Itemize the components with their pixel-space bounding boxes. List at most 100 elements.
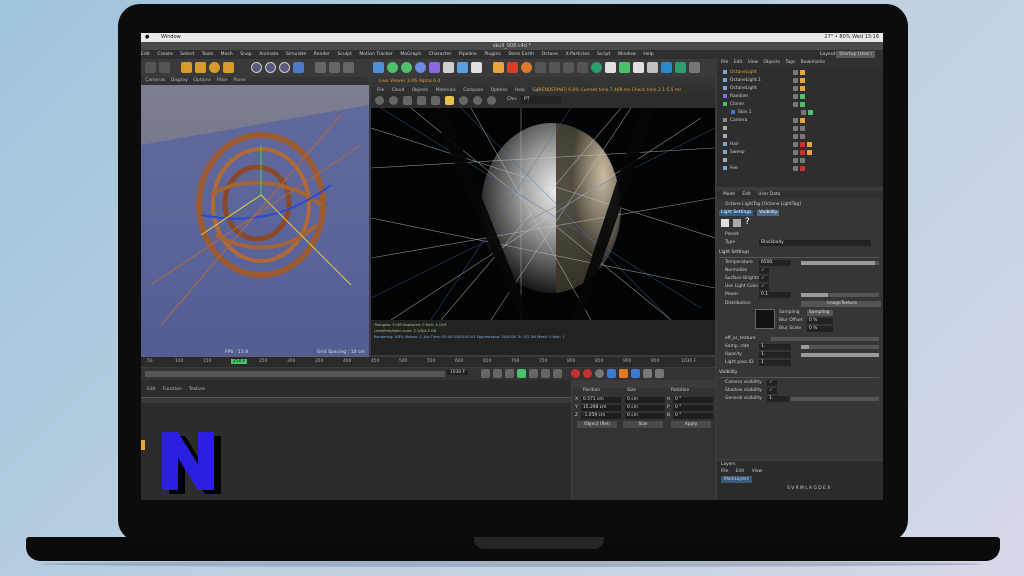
menu-item[interactable]: Tools xyxy=(202,52,213,57)
apple-icon[interactable]: ● xyxy=(145,33,149,42)
layout-dropdown[interactable]: Startup (User) xyxy=(836,51,875,58)
record-icon[interactable] xyxy=(571,369,580,378)
sampling-dropdown[interactable]: Sampling xyxy=(807,310,833,316)
frame-range-slider[interactable] xyxy=(145,371,445,377)
end-frame-field[interactable]: 1030 F xyxy=(681,359,696,364)
key-param-icon[interactable] xyxy=(643,369,652,378)
cube-icon[interactable] xyxy=(373,62,384,73)
am-menu-edit[interactable]: Edit xyxy=(742,192,751,197)
blur-offset-field[interactable]: 0 % xyxy=(807,318,833,324)
layer-menu-edit[interactable]: Edit xyxy=(736,469,745,474)
menu-item[interactable]: Create xyxy=(157,52,172,57)
object-item[interactable]: Hair xyxy=(723,141,883,149)
eff-texture-slot[interactable] xyxy=(771,337,879,341)
lv-menu-file[interactable]: File xyxy=(377,88,384,93)
menu-item[interactable]: Edit xyxy=(141,52,150,57)
viewport-menu-filter[interactable]: Filter xyxy=(217,78,228,83)
menu-item[interactable]: Help xyxy=(643,52,653,57)
om-menu-edit[interactable]: Edit xyxy=(734,60,743,65)
rotate-tool-icon[interactable] xyxy=(209,62,220,73)
octane-material-icon[interactable] xyxy=(535,62,546,73)
coord-mode-dropdown[interactable]: Object (Rel) xyxy=(577,421,617,428)
octane-texture-icon[interactable] xyxy=(549,62,560,73)
use-light-color-checkbox[interactable]: ✓ xyxy=(759,284,769,290)
lv-menu-help[interactable]: Help xyxy=(515,88,525,93)
menu-window[interactable]: Window xyxy=(161,33,181,42)
size-mode-dropdown[interactable]: Size xyxy=(623,421,663,428)
menu-item[interactable]: Snap xyxy=(240,52,252,57)
object-item[interactable]: OctaneLight xyxy=(723,69,883,77)
sample-rate-slider[interactable] xyxy=(801,345,879,349)
tab-visibility[interactable]: Visibility xyxy=(757,210,780,216)
subdivision-icon[interactable] xyxy=(401,62,412,73)
temperature-slider[interactable] xyxy=(801,261,879,265)
light-pass-id-field[interactable]: 1 xyxy=(759,360,791,366)
menu-item[interactable]: Pipeline xyxy=(459,52,477,57)
goto-start-icon[interactable] xyxy=(481,369,490,378)
object-item[interactable]: Sweep xyxy=(723,149,883,157)
position-y-field[interactable]: 15.298 cm xyxy=(581,405,621,411)
power-field[interactable]: 0.1 xyxy=(759,292,791,298)
sample-rate-field[interactable]: 1. xyxy=(759,344,791,350)
am-menu-mode[interactable]: Mode xyxy=(723,192,735,197)
normalize-checkbox[interactable]: ✓ xyxy=(759,268,769,274)
object-item[interactable] xyxy=(723,133,883,141)
apply-button[interactable]: Apply xyxy=(671,421,711,428)
general-visibility-field[interactable]: 1. xyxy=(767,396,789,402)
send-scene-icon[interactable] xyxy=(375,96,384,105)
keyframe-selection-icon[interactable] xyxy=(595,369,604,378)
lv-menu-objects[interactable]: Objects xyxy=(412,88,429,93)
xparticles-emitter-icon[interactable] xyxy=(591,62,602,73)
xparticles-help-icon[interactable] xyxy=(689,62,700,73)
object-item[interactable]: Random xyxy=(723,93,883,101)
viewport-menu-display[interactable]: Display xyxy=(171,78,188,83)
settings-icon[interactable] xyxy=(431,96,440,105)
object-item[interactable]: Cloner xyxy=(723,101,883,109)
z-axis-icon[interactable] xyxy=(279,62,290,73)
pen-icon[interactable] xyxy=(387,62,398,73)
octane-camera-icon[interactable] xyxy=(577,62,588,73)
menu-item[interactable]: Script xyxy=(597,52,610,57)
x-axis-icon[interactable] xyxy=(251,62,262,73)
lv-menu-cloud[interactable]: Cloud xyxy=(392,88,405,93)
blur-scale-field[interactable]: 0 % xyxy=(807,326,833,332)
goto-end-icon[interactable] xyxy=(553,369,562,378)
key-position-icon[interactable] xyxy=(607,369,616,378)
render-view-icon[interactable] xyxy=(315,62,326,73)
power-slider[interactable] xyxy=(801,293,879,297)
position-z-field[interactable]: -1.059 cm xyxy=(581,413,621,419)
object-item[interactable] xyxy=(723,125,883,133)
menu-item[interactable]: Window xyxy=(618,52,636,57)
xparticles-generator-icon[interactable] xyxy=(647,62,658,73)
clay-mode-icon[interactable] xyxy=(459,96,468,105)
am-menu-userdata[interactable]: User Data xyxy=(758,192,780,197)
main-layer-item[interactable]: MainLayers xyxy=(721,476,753,483)
array-icon[interactable] xyxy=(415,62,426,73)
menu-item[interactable]: Mesh xyxy=(221,52,233,57)
menu-item[interactable]: Stem Earth xyxy=(508,52,534,57)
menu-item[interactable]: X-Particles xyxy=(566,52,590,57)
om-menu-file[interactable]: File xyxy=(721,60,728,65)
restart-render-icon[interactable] xyxy=(389,96,398,105)
rotation-p-field[interactable]: 0 ° xyxy=(673,405,713,411)
menu-item[interactable]: Motion Tracker xyxy=(359,52,393,57)
menu-item[interactable]: Simulate xyxy=(286,52,306,57)
opacity-slider[interactable] xyxy=(801,353,879,357)
redo-icon[interactable] xyxy=(159,62,170,73)
general-visibility-slider[interactable] xyxy=(791,397,879,401)
temperature-field[interactable]: 6500. xyxy=(759,260,791,266)
render-settings-icon[interactable] xyxy=(343,62,354,73)
om-menu-view[interactable]: View xyxy=(748,60,758,65)
viewport-menu-panel[interactable]: Panel xyxy=(233,78,245,83)
menu-item[interactable]: Animate xyxy=(259,52,278,57)
region-render-icon[interactable] xyxy=(473,96,482,105)
viewport-menu-cameras[interactable]: Cameras xyxy=(145,78,165,83)
menu-item[interactable]: Render xyxy=(314,52,330,57)
shadow-visibility-checkbox[interactable]: ✓ xyxy=(767,388,777,394)
mat-menu-function[interactable]: Function xyxy=(163,387,182,392)
menu-item[interactable]: Plugins xyxy=(484,52,500,57)
max-frame-field[interactable]: 1030 F xyxy=(447,370,469,375)
octane-render-icon[interactable] xyxy=(521,62,532,73)
opacity-field[interactable]: 1. xyxy=(759,352,791,358)
size-z-field[interactable]: 0 cm xyxy=(625,413,665,419)
